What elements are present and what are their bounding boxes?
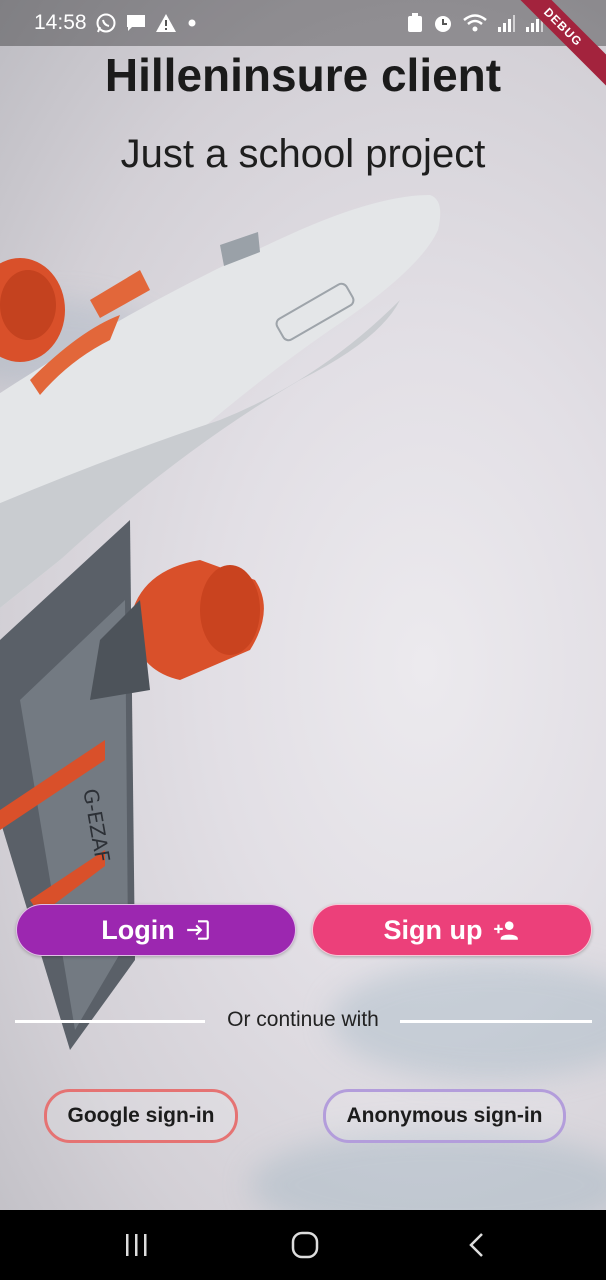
anonymous-sign-in-label: Anonymous sign-in: [346, 1104, 543, 1127]
warning-icon: [155, 14, 176, 32]
message-icon: [126, 15, 145, 31]
login-icon: [186, 920, 209, 940]
sign-up-button-label: Sign up: [383, 914, 483, 945]
whatsapp-icon: [96, 13, 116, 33]
wifi-icon: [463, 14, 487, 32]
divider-line-left: [15, 1020, 205, 1023]
divider-label: Or continue with: [227, 1008, 379, 1031]
page-title: Hilleninsure client: [104, 49, 502, 101]
signal-icon: [498, 15, 515, 32]
alarm-icon: [435, 16, 451, 32]
dot-icon: [188, 19, 196, 27]
back-icon[interactable]: [460, 1230, 494, 1260]
system-navigation-bar: [0, 1210, 606, 1280]
google-sign-in-label: Google sign-in: [67, 1104, 215, 1127]
login-button[interactable]: Login: [16, 904, 296, 956]
divider-line-right: [400, 1020, 592, 1023]
home-icon[interactable]: [288, 1230, 322, 1260]
status-time: 14:58: [34, 11, 87, 34]
google-sign-in-button[interactable]: Google sign-in: [44, 1089, 238, 1143]
sign-up-button[interactable]: Sign up: [312, 904, 592, 956]
recent-apps-icon[interactable]: [120, 1230, 154, 1260]
person-add-icon: [494, 921, 519, 940]
page-subtitle: Just a school project: [120, 132, 486, 176]
login-button-label: Login: [101, 914, 175, 945]
status-bar: 14:58 DEBUG: [0, 0, 606, 95]
anonymous-sign-in-button[interactable]: Anonymous sign-in: [323, 1089, 566, 1143]
battery-saver-icon: [408, 13, 422, 32]
